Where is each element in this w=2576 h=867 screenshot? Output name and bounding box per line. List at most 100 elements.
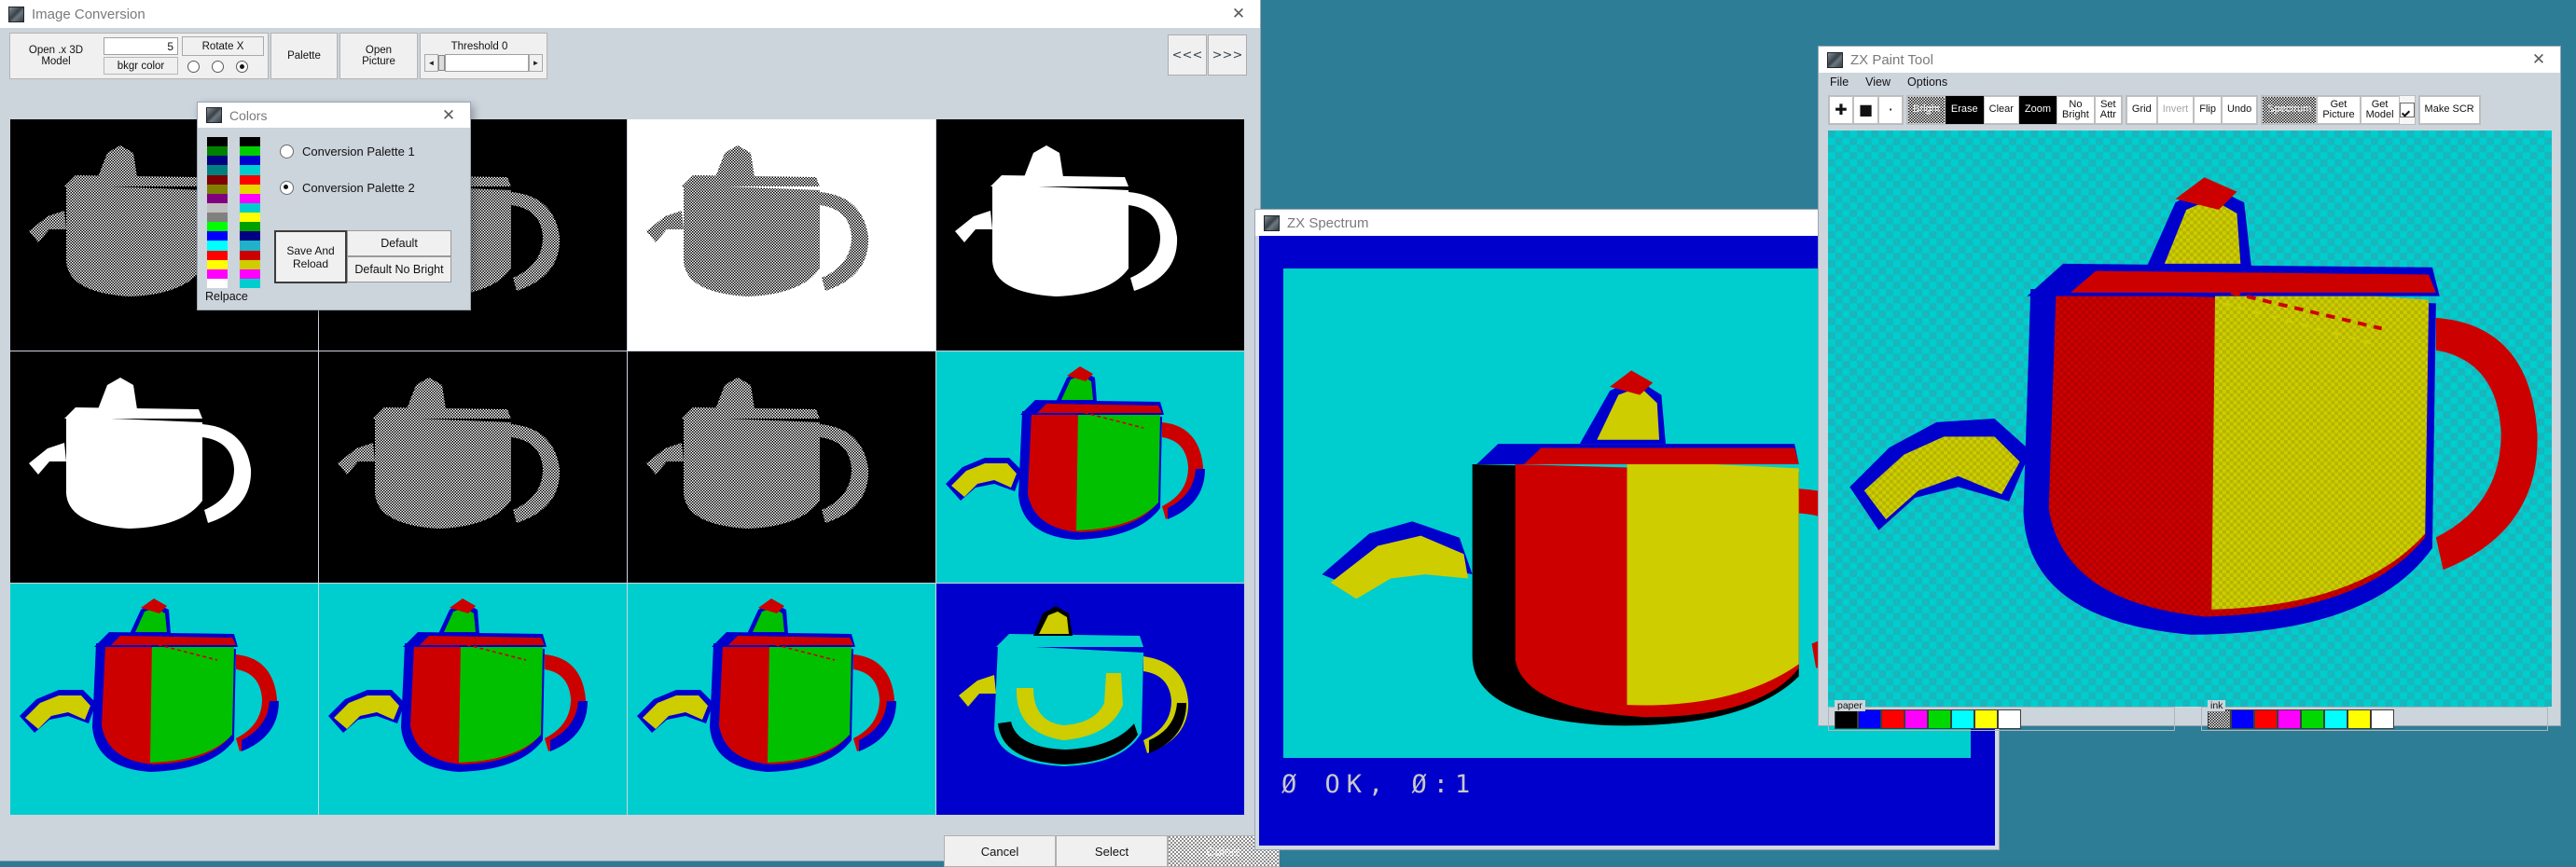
toolbar-button-get-model[interactable]: GetModel [2361, 96, 2400, 124]
palette-swatch[interactable] [240, 279, 260, 288]
color-swatch[interactable] [1881, 709, 1904, 729]
palette-column-right[interactable] [240, 137, 260, 288]
palette-swatch[interactable] [207, 194, 228, 203]
palette-swatch[interactable] [207, 222, 228, 231]
thumbnail-cell[interactable] [936, 351, 1244, 583]
toolbar-button-set-attr[interactable]: SetAttr [2095, 96, 2122, 124]
palette-swatch[interactable] [207, 185, 228, 194]
palette-swatch[interactable] [207, 146, 228, 156]
toolbar-button-zoom[interactable]: Zoom [2019, 96, 2057, 124]
color-swatch[interactable] [1974, 709, 1998, 729]
palette-swatch[interactable] [207, 156, 228, 165]
next-page-button[interactable]: >>> [1208, 34, 1247, 76]
color-swatch[interactable] [1904, 709, 1928, 729]
threshold-thumb[interactable] [438, 55, 445, 71]
palette-swatch[interactable] [207, 213, 228, 222]
toolbar-button-no-bright[interactable]: NoBright [2057, 96, 2095, 124]
color-swatch[interactable] [1998, 709, 2021, 729]
palette-swatch[interactable] [207, 165, 228, 174]
default-no-bright-button[interactable]: Default No Bright [347, 256, 451, 282]
palette-swatch[interactable] [240, 213, 260, 222]
palette-swatch[interactable] [207, 269, 228, 279]
rotate-value-input[interactable]: 5 [104, 37, 178, 55]
bkgr-radio-2[interactable] [212, 61, 224, 73]
palette-swatch[interactable] [240, 222, 260, 231]
threshold-slider[interactable]: ◄ ► [424, 54, 543, 72]
color-swatch[interactable] [1858, 709, 1881, 729]
toolbar-button-erase[interactable]: Erase [1946, 96, 1984, 124]
close-icon[interactable]: ✕ [1223, 1, 1254, 27]
toolbar-button-[interactable]: · [1878, 96, 1903, 124]
color-swatch[interactable] [2254, 709, 2278, 729]
palette-swatch[interactable] [240, 269, 260, 279]
toolbar-button-[interactable]: ✚ [1829, 96, 1853, 124]
palette-swatch[interactable] [240, 231, 260, 241]
palette-column-left[interactable] [207, 137, 228, 288]
palette-swatch[interactable] [207, 137, 228, 146]
palette-swatch[interactable] [240, 260, 260, 269]
default-button[interactable]: Default [347, 230, 451, 256]
close-icon[interactable]: ✕ [2523, 47, 2555, 73]
color-swatch[interactable] [2371, 709, 2394, 729]
palette-swatch[interactable] [240, 185, 260, 194]
colors-dialog-titlebar[interactable]: Colors ✕ [198, 103, 470, 128]
open-picture-button[interactable]: Open Picture [340, 34, 417, 78]
rotate-x-button[interactable]: Rotate X [182, 36, 264, 56]
palette-swatch[interactable] [207, 231, 228, 241]
conversion-palette-1-radio[interactable] [280, 144, 294, 158]
color-swatch[interactable] [2324, 709, 2347, 729]
color-swatch[interactable] [2347, 709, 2371, 729]
thumbnail-cell[interactable] [628, 119, 935, 351]
color-swatch[interactable] [2301, 709, 2324, 729]
palette-swatch[interactable] [240, 241, 260, 250]
toolbar-button-bright[interactable]: Bright [1907, 96, 1946, 124]
palette-swatch[interactable] [240, 251, 260, 260]
palette-swatch[interactable] [207, 175, 228, 185]
color-swatch[interactable] [2231, 709, 2254, 729]
menu-file[interactable]: File [1830, 76, 1849, 89]
palette-swatch[interactable] [240, 137, 260, 146]
color-swatch[interactable] [2208, 709, 2231, 729]
thumbnail-cell[interactable] [319, 351, 627, 583]
image-conversion-titlebar[interactable]: Image Conversion ✕ [0, 0, 1260, 28]
toolbar-button-flip[interactable]: Flip [2194, 96, 2222, 124]
close-icon[interactable]: ✕ [433, 103, 464, 129]
palette-swatch[interactable] [240, 146, 260, 156]
thumbnail-cell[interactable] [10, 351, 318, 583]
select-button[interactable]: Select [1056, 835, 1168, 867]
color-swatch[interactable] [1951, 709, 1974, 729]
palette-swatch[interactable] [207, 241, 228, 250]
zx-paint-titlebar[interactable]: ZX Paint Tool ✕ [1819, 47, 2560, 73]
thumbnail-cell[interactable] [628, 351, 935, 583]
spectrum-checkbox[interactable] [2400, 103, 2415, 117]
color-swatch[interactable] [1928, 709, 1951, 729]
thumbnail-cell[interactable] [936, 119, 1244, 351]
palette-swatch[interactable] [207, 203, 228, 213]
thumbnail-cell[interactable] [628, 584, 935, 815]
threshold-left-arrow-icon[interactable]: ◄ [424, 54, 438, 72]
bkgr-radio-1[interactable] [187, 61, 200, 73]
threshold-right-arrow-icon[interactable]: ► [529, 54, 543, 72]
save-and-reload-button[interactable]: Save And Reload [274, 230, 347, 283]
palette-swatch[interactable] [207, 279, 228, 288]
menu-options[interactable]: Options [1907, 76, 1947, 89]
menu-view[interactable]: View [1865, 76, 1890, 89]
palette-swatch[interactable] [240, 165, 260, 174]
color-swatch[interactable] [2278, 709, 2301, 729]
toolbar-button-get-picture[interactable]: GetPicture [2317, 96, 2360, 124]
thumbnail-cell[interactable] [10, 584, 318, 815]
zx-paint-canvas[interactable] [1828, 131, 2552, 707]
palette-swatch[interactable] [240, 156, 260, 165]
conversion-palette-2-row[interactable]: Conversion Palette 2 [280, 181, 415, 195]
toolbar-button-spectrum[interactable]: Spectrum [2262, 96, 2317, 124]
color-swatch[interactable] [1835, 709, 1858, 729]
conversion-palette-1-row[interactable]: Conversion Palette 1 [280, 144, 415, 158]
thumbnail-cell[interactable] [319, 584, 627, 815]
palette-button[interactable]: Palette [271, 34, 337, 78]
toolbar-button-undo[interactable]: Undo [2222, 96, 2257, 124]
open-3d-model-button[interactable]: Open .x 3D Model [10, 34, 102, 78]
toolbar-button-clear[interactable]: Clear [1984, 96, 2019, 124]
bkgr-radio-3[interactable] [236, 61, 248, 73]
thumbnail-cell[interactable] [936, 584, 1244, 815]
palette-swatch[interactable] [240, 203, 260, 213]
